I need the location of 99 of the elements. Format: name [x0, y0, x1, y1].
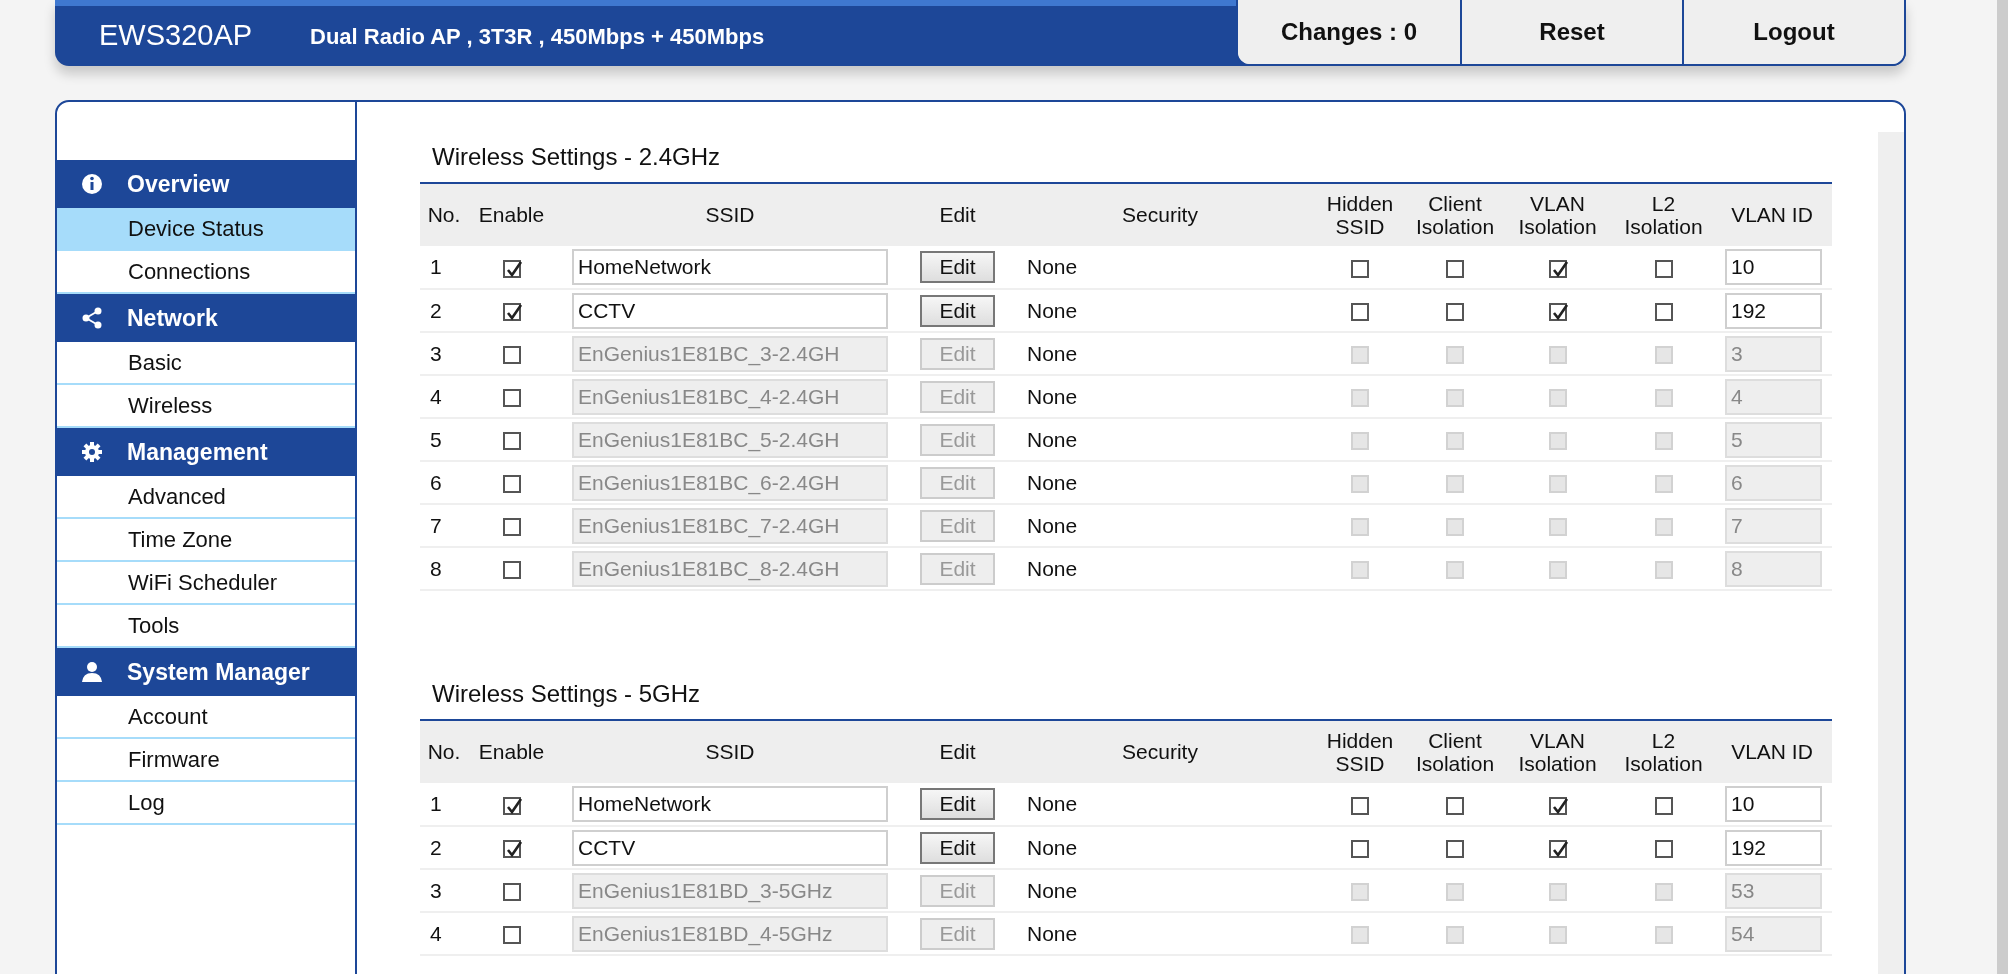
checkbox[interactable] [1446, 303, 1464, 322]
column-header: SSID [555, 183, 905, 246]
checkbox[interactable] [1351, 303, 1369, 322]
vlan-id-field[interactable]: 192 [1725, 829, 1822, 866]
security-value: None [1027, 341, 1078, 365]
row-number: 8 [430, 556, 442, 580]
checkbox[interactable] [502, 303, 521, 322]
device-description: Dual Radio AP , 3T3R , 450Mbps + 450Mbps [310, 22, 765, 51]
column-header: Enable [468, 720, 555, 783]
vlan-id-field[interactable]: 10 [1725, 786, 1822, 822]
ssid-field[interactable]: CCTV [572, 292, 888, 329]
checkbox[interactable] [502, 389, 521, 408]
sidebar-item[interactable]: Device Status [57, 208, 355, 251]
column-header: Client Isolation [1410, 183, 1500, 246]
sidebar-section-title: Overview [127, 169, 230, 199]
security-value: None [1027, 835, 1078, 859]
row-number: 1 [430, 255, 442, 279]
ssid-field[interactable]: HomeNetwork [572, 786, 888, 822]
user-icon [81, 661, 103, 683]
checkbox[interactable] [1548, 840, 1567, 859]
sidebar-section-title: Network [127, 303, 218, 333]
security-value: None [1027, 513, 1078, 537]
checkbox[interactable] [502, 561, 521, 580]
security-value: None [1027, 556, 1078, 580]
checkbox[interactable] [502, 796, 521, 815]
security-value: None [1027, 384, 1078, 408]
checkbox[interactable] [1548, 303, 1567, 322]
checkbox[interactable] [502, 259, 521, 278]
share-icon [81, 307, 103, 329]
security-value: None [1027, 470, 1078, 494]
column-header: SSID [555, 720, 905, 783]
info-icon [81, 173, 103, 195]
edit-button[interactable]: Edit [920, 831, 995, 864]
checkbox[interactable] [502, 883, 521, 902]
column-header: Edit [905, 720, 1010, 783]
checkbox[interactable] [1654, 796, 1673, 815]
column-header: Hidden SSID [1310, 183, 1410, 246]
column-header: Hidden SSID [1310, 720, 1410, 783]
column-header: VLAN Isolation [1500, 720, 1615, 783]
column-header: L2 Isolation [1615, 183, 1712, 246]
ssid-field[interactable]: CCTV [572, 829, 888, 866]
content-scrollbar[interactable] [1878, 132, 1904, 974]
checkbox[interactable] [1446, 796, 1464, 815]
security-value: None [1027, 792, 1078, 816]
row-number: 3 [430, 878, 442, 902]
checkbox[interactable] [502, 475, 521, 494]
security-value: None [1027, 878, 1078, 902]
security-value: None [1027, 298, 1078, 322]
row-number: 6 [430, 470, 442, 494]
checkbox[interactable] [1351, 796, 1369, 815]
checkbox[interactable] [1548, 796, 1567, 815]
checkbox[interactable] [502, 432, 521, 451]
row-number: 2 [430, 835, 442, 859]
column-header: Enable [468, 183, 555, 246]
column-header: VLAN ID [1712, 720, 1832, 783]
row-number: 2 [430, 298, 442, 322]
column-header: Security [1010, 183, 1310, 246]
row-number: 1 [430, 792, 442, 816]
column-header: VLAN ID [1712, 183, 1832, 246]
vlan-id-field[interactable]: 192 [1725, 292, 1822, 329]
edit-button[interactable]: Edit [920, 294, 995, 327]
edit-button[interactable]: Edit [920, 788, 995, 820]
ssid-field[interactable]: HomeNetwork [572, 249, 888, 285]
checkbox[interactable] [1654, 840, 1673, 859]
checkbox[interactable] [1351, 259, 1369, 278]
checkbox[interactable] [1654, 259, 1673, 278]
column-header: L2 Isolation [1615, 720, 1712, 783]
row-number: 4 [430, 921, 442, 945]
logout-button[interactable]: Logout [1682, 0, 1904, 64]
security-value: None [1027, 427, 1078, 451]
column-header: Edit [905, 183, 1010, 246]
model-name: EWS320AP [98, 18, 254, 54]
column-header: Client Isolation [1410, 720, 1500, 783]
checkbox[interactable] [502, 518, 521, 537]
column-header: Security [1010, 720, 1310, 783]
checkbox[interactable] [502, 840, 521, 859]
row-number: 3 [430, 341, 442, 365]
checkbox[interactable] [1446, 840, 1464, 859]
section-title: Wireless Settings - 2.4GHz [431, 142, 722, 172]
column-header: VLAN Isolation [1500, 183, 1615, 246]
row-number: 7 [430, 513, 442, 537]
checkbox[interactable] [502, 346, 521, 365]
section-title: Wireless Settings - 5GHz [431, 679, 702, 709]
column-header: No. [420, 720, 468, 783]
edit-button[interactable]: Edit [920, 251, 995, 283]
sidebar-section-title: Management [127, 437, 268, 467]
column-header: No. [420, 183, 468, 246]
checkbox[interactable] [1548, 259, 1567, 278]
row-number: 5 [430, 427, 442, 451]
checkbox[interactable] [502, 926, 521, 945]
checkbox[interactable] [1351, 840, 1369, 859]
checkbox[interactable] [1446, 259, 1464, 278]
security-value: None [1027, 255, 1078, 279]
vlan-id-field[interactable]: 10 [1725, 249, 1822, 285]
security-value: None [1027, 921, 1078, 945]
checkbox[interactable] [1654, 303, 1673, 322]
sidebar-section-title: System Manager [127, 657, 310, 687]
page-scrollbar[interactable] [1997, 0, 2008, 974]
row-number: 4 [430, 384, 442, 408]
